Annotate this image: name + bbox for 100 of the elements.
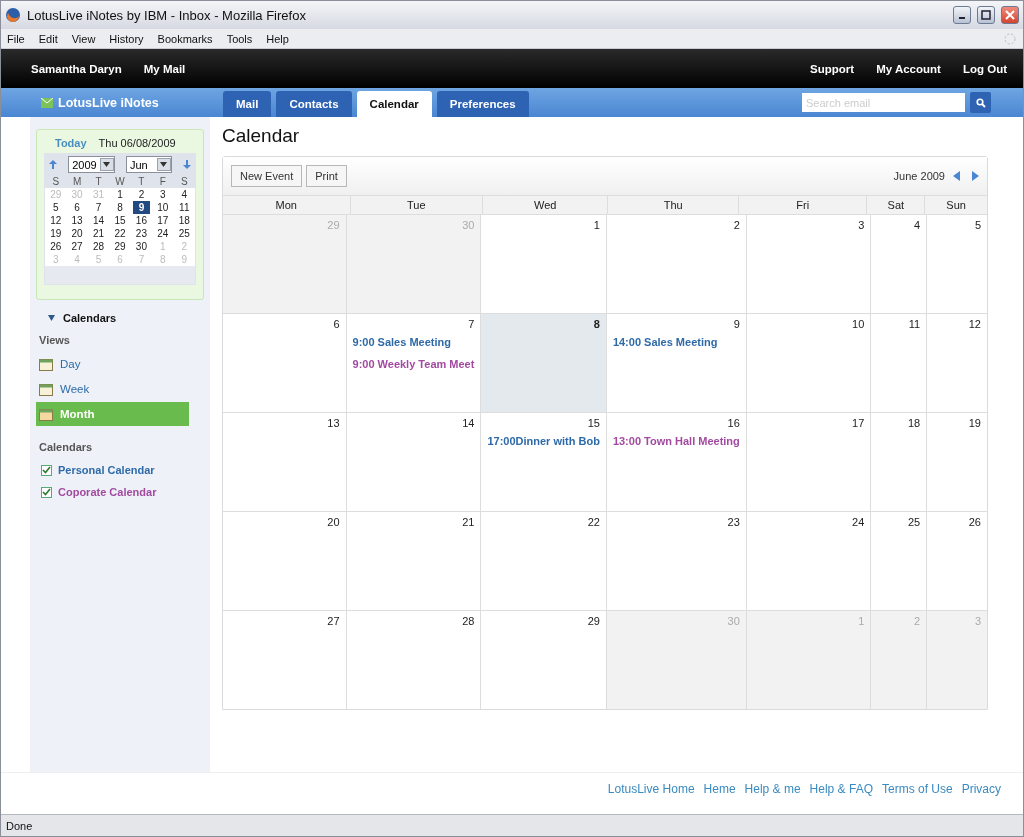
day-cell[interactable]: 21 bbox=[345, 511, 481, 610]
caret-icon[interactable] bbox=[48, 315, 55, 321]
event-entry[interactable]: 9:00 Sales Meeting bbox=[352, 336, 475, 348]
day-cell[interactable]: 9 14:00 Sales Meeting bbox=[605, 313, 746, 412]
menu-item[interactable]: Help bbox=[266, 32, 289, 45]
event-entry[interactable]: 17:00Dinner with Bob bbox=[487, 435, 600, 447]
day-cell[interactable]: 29 bbox=[480, 610, 606, 709]
next-icon[interactable] bbox=[971, 171, 979, 181]
day-cell[interactable]: 7 9:00 Sales Meeting 9:00 Weekly Team Meet bbox=[345, 313, 481, 412]
top-link[interactable]: Support bbox=[810, 62, 855, 75]
menu-item[interactable]: Tools bbox=[226, 32, 253, 45]
toolbar-button[interactable]: Print bbox=[306, 165, 347, 187]
mini-day[interactable]: 15 bbox=[111, 214, 129, 227]
mini-day[interactable]: 30 bbox=[132, 240, 151, 253]
mini-day[interactable]: 3 bbox=[154, 188, 172, 201]
mini-day[interactable]: 4 bbox=[175, 188, 193, 201]
calendar-checkbox[interactable] bbox=[41, 464, 52, 476]
footer-link[interactable]: Help & FAQ bbox=[809, 781, 873, 796]
event-entry[interactable]: 13:00 Town Hall Meeting bbox=[612, 435, 740, 447]
mini-day[interactable]: 16 bbox=[132, 214, 151, 227]
mini-day[interactable]: 12 bbox=[47, 214, 65, 227]
mini-day[interactable]: 25 bbox=[175, 227, 193, 240]
day-cell[interactable]: 15 17:00Dinner with Bob bbox=[480, 412, 606, 511]
day-cell[interactable]: 22 bbox=[480, 511, 606, 610]
mini-day[interactable]: 11 bbox=[175, 201, 193, 214]
month-select[interactable]: Jun bbox=[126, 156, 172, 173]
menu-item[interactable]: History bbox=[109, 32, 144, 45]
nav-tab[interactable]: Preferences bbox=[436, 91, 529, 117]
mini-day[interactable]: 29 bbox=[111, 240, 129, 253]
day-cell[interactable]: 4 bbox=[870, 214, 927, 313]
mini-day[interactable]: 20 bbox=[68, 227, 86, 240]
menu-item[interactable]: View bbox=[71, 32, 96, 45]
footer-link[interactable]: Help & me bbox=[744, 781, 801, 796]
footer-link[interactable]: Terms of Use bbox=[881, 781, 953, 796]
day-cell[interactable]: 5 bbox=[926, 214, 987, 313]
top-link[interactable]: My Mail bbox=[143, 62, 186, 75]
mini-day[interactable]: 19 bbox=[47, 227, 65, 240]
close-button[interactable] bbox=[1001, 6, 1019, 24]
menu-item[interactable]: Bookmarks bbox=[157, 32, 213, 45]
down-arrow-icon[interactable] bbox=[183, 160, 191, 169]
day-cell[interactable]: 11 bbox=[870, 313, 927, 412]
day-cell[interactable]: 24 bbox=[745, 511, 871, 610]
mini-day[interactable]: 23 bbox=[132, 227, 151, 240]
mini-day[interactable]: 9 bbox=[132, 201, 151, 214]
up-arrow-icon[interactable] bbox=[49, 160, 57, 169]
nav-tab[interactable]: Calendar bbox=[356, 91, 432, 117]
day-cell[interactable]: 8 bbox=[480, 313, 606, 412]
day-cell[interactable]: 23 bbox=[605, 511, 746, 610]
footer-link[interactable]: Privacy bbox=[961, 781, 1001, 796]
mini-day[interactable]: 1 bbox=[111, 188, 129, 201]
day-cell[interactable]: 3 bbox=[745, 214, 871, 313]
mini-day[interactable]: 8 bbox=[111, 201, 129, 214]
event-entry[interactable]: 14:00 Sales Meeting bbox=[612, 336, 740, 348]
view-option[interactable]: Day bbox=[36, 352, 189, 376]
day-cell[interactable]: 25 bbox=[870, 511, 927, 610]
top-link[interactable]: My Account bbox=[876, 62, 941, 75]
mini-day[interactable]: 21 bbox=[89, 227, 108, 240]
nav-tab[interactable]: Contacts bbox=[276, 91, 352, 117]
mini-day[interactable]: 10 bbox=[154, 201, 172, 214]
calendar-name[interactable]: Coporate Calendar bbox=[58, 486, 157, 498]
mini-day[interactable]: 6 bbox=[68, 201, 86, 214]
day-cell[interactable]: 19 bbox=[926, 412, 987, 511]
nav-tab[interactable]: Mail bbox=[223, 91, 272, 117]
day-cell[interactable]: 17 bbox=[745, 412, 871, 511]
minimize-button[interactable] bbox=[953, 6, 971, 24]
mini-day[interactable]: 13 bbox=[68, 214, 86, 227]
mini-day[interactable]: 5 bbox=[47, 201, 65, 214]
mini-day[interactable]: 27 bbox=[68, 240, 86, 253]
day-cell[interactable]: 28 bbox=[345, 610, 481, 709]
mini-day[interactable]: 18 bbox=[175, 214, 193, 227]
menu-item[interactable]: File bbox=[7, 32, 25, 45]
day-cell[interactable]: 18 bbox=[870, 412, 927, 511]
menu-item[interactable]: Edit bbox=[38, 32, 58, 45]
mini-day[interactable]: 17 bbox=[154, 214, 172, 227]
top-link[interactable]: Log Out bbox=[962, 62, 1007, 75]
mini-day[interactable]: 28 bbox=[89, 240, 108, 253]
footer-link[interactable]: Heme bbox=[703, 781, 736, 796]
mini-day[interactable]: 7 bbox=[89, 201, 108, 214]
mini-day[interactable]: 22 bbox=[111, 227, 129, 240]
event-entry[interactable]: 9:00 Weekly Team Meet bbox=[352, 358, 475, 370]
footer-link[interactable]: LotusLive Home bbox=[607, 781, 695, 796]
mini-day[interactable]: 14 bbox=[89, 214, 108, 227]
day-cell[interactable]: 12 bbox=[926, 313, 987, 412]
calendar-checkbox[interactable] bbox=[41, 486, 52, 498]
view-option[interactable]: Week bbox=[36, 377, 189, 401]
toolbar-button[interactable]: New Event bbox=[231, 165, 303, 187]
day-cell[interactable]: 2 bbox=[605, 214, 746, 313]
previous-icon[interactable] bbox=[953, 171, 961, 181]
day-cell[interactable]: 16 13:00 Town Hall Meeting bbox=[605, 412, 746, 511]
day-cell[interactable]: 14 bbox=[345, 412, 481, 511]
day-cell[interactable]: 1 bbox=[480, 214, 606, 313]
maximize-button[interactable] bbox=[977, 6, 995, 24]
search-button[interactable] bbox=[970, 92, 991, 113]
mini-day[interactable]: 24 bbox=[154, 227, 172, 240]
calendar-name[interactable]: Personal Calendar bbox=[58, 464, 155, 476]
mini-day[interactable]: 2 bbox=[132, 188, 151, 201]
day-cell[interactable]: 26 bbox=[926, 511, 987, 610]
mini-day[interactable]: 26 bbox=[47, 240, 65, 253]
day-cell[interactable]: 10 bbox=[745, 313, 871, 412]
year-select[interactable]: 2009 bbox=[68, 156, 115, 173]
